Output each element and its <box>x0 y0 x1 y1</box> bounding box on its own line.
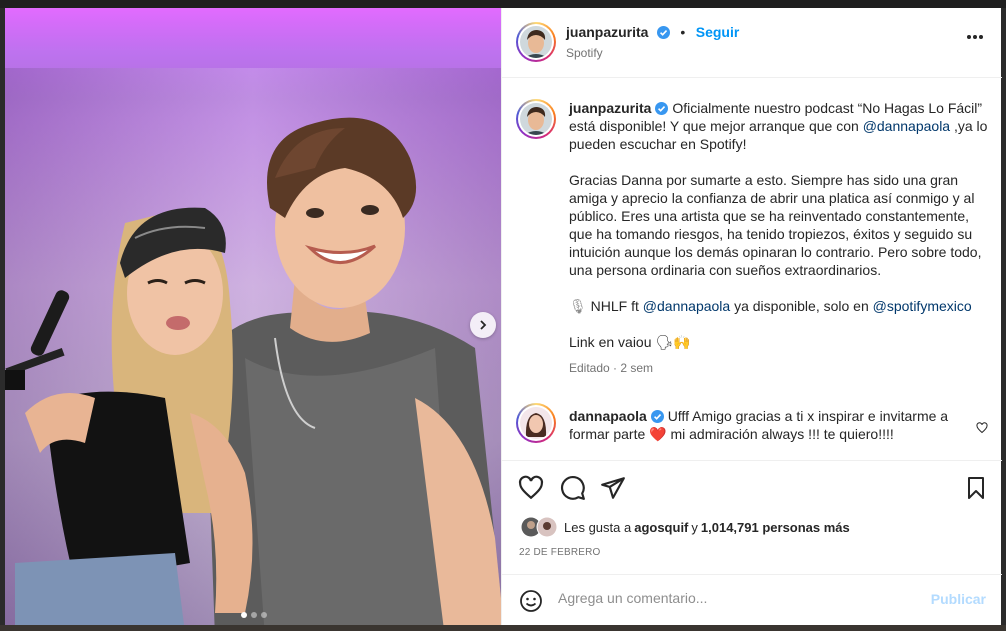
browser-strip-bottom <box>0 625 1006 631</box>
post-detail-panel: juanpazurita • Seguir Spotify juanpazuri… <box>501 8 1002 625</box>
caption-paragraph: Gracias Danna por sumarte a esto. Siempr… <box>569 172 982 278</box>
caption-username[interactable]: juanpazurita <box>569 100 651 116</box>
likes-summary[interactable]: Les gusta a agosquif y 1,014,791 persona… <box>520 516 850 538</box>
chevron-right-icon <box>480 320 487 330</box>
comments-section[interactable]: juanpazurita Oficialmente nuestro podcas… <box>502 79 1002 459</box>
emoji: 🗣🙌 <box>655 334 691 350</box>
caption-paragraph: 🎙 NHLF ft @dannapaola ya disponible, sol… <box>569 297 989 315</box>
commenter-avatar[interactable] <box>516 403 556 443</box>
caption-paragraph: Link en vaiou 🗣🙌 <box>569 333 989 351</box>
liker-avatars <box>520 516 560 538</box>
comment-input[interactable] <box>558 590 918 606</box>
save-bookmark-icon[interactable] <box>964 475 988 501</box>
follow-button[interactable]: Seguir <box>696 24 740 40</box>
caption-paragraph: juanpazurita Oficialmente nuestro podcas… <box>569 99 989 153</box>
more-options-icon[interactable] <box>966 34 984 40</box>
browser-strip-top <box>0 0 1006 8</box>
heart-emoji: ❤️ <box>649 426 667 442</box>
comment-bubble-icon[interactable] <box>560 475 586 501</box>
verified-badge-icon <box>650 410 664 423</box>
avatar-photo <box>520 26 552 58</box>
liker-username[interactable]: agosquif <box>634 520 688 535</box>
post-location[interactable]: Spotify <box>566 46 603 60</box>
carousel-dot <box>261 612 267 618</box>
avatar-photo <box>520 407 552 439</box>
like-heart-icon[interactable] <box>518 475 544 501</box>
caption-text: ya disponible, solo en <box>730 298 873 314</box>
verified-badge-icon <box>655 102 669 115</box>
comment-text: mi admiración always !!! te quiero!!!! <box>666 426 894 442</box>
comment: dannapaola Ufff Amigo gracias a ti x ins… <box>569 407 964 443</box>
mention-link[interactable]: @dannapaola <box>643 298 730 314</box>
mention-link[interactable]: @spotifymexico <box>873 298 972 314</box>
publish-comment-button[interactable]: Publicar <box>931 591 986 607</box>
caption: juanpazurita Oficialmente nuestro podcas… <box>569 99 989 377</box>
emoji-smiley-icon[interactable] <box>519 589 543 613</box>
comment-like-heart-icon[interactable] <box>976 422 988 434</box>
add-comment-bar: Publicar <box>502 574 1002 625</box>
likes-prefix: Les gusta a <box>564 519 632 535</box>
next-slide-button[interactable] <box>470 312 496 338</box>
carousel-dot <box>241 612 247 618</box>
caption-text: Link en vaiou <box>569 334 656 350</box>
caption-author-avatar[interactable] <box>516 99 556 139</box>
action-bar <box>518 475 988 501</box>
post-actions: Les gusta a agosquif y 1,014,791 persona… <box>502 460 1002 624</box>
comment-username[interactable]: dannapaola <box>569 408 647 424</box>
carousel-indicators <box>241 612 267 618</box>
caption-meta: Editado · 2 sem <box>569 361 654 375</box>
author-username[interactable]: juanpazurita <box>566 24 648 40</box>
likes-count[interactable]: 1,014,791 personas más <box>701 520 850 535</box>
caption-text: NHLF ft <box>586 298 643 314</box>
likes-joiner: y <box>691 519 698 535</box>
mention-link[interactable]: @dannapaola <box>863 118 950 134</box>
post-photo[interactable] <box>5 8 501 625</box>
verified-badge-icon <box>656 26 670 39</box>
share-paper-plane-icon[interactable] <box>600 475 626 501</box>
post-header: juanpazurita • Seguir Spotify <box>502 8 1002 78</box>
liker-avatar <box>536 516 558 538</box>
avatar-photo <box>520 103 552 135</box>
carousel-dot <box>251 612 257 618</box>
separator-dot: • <box>680 24 686 40</box>
microphone-icon: 🎙 <box>569 298 587 314</box>
post-date[interactable]: 22 DE FEBRERO <box>519 547 601 558</box>
person-woman-illustration <box>15 207 253 625</box>
author-avatar[interactable] <box>516 22 556 62</box>
